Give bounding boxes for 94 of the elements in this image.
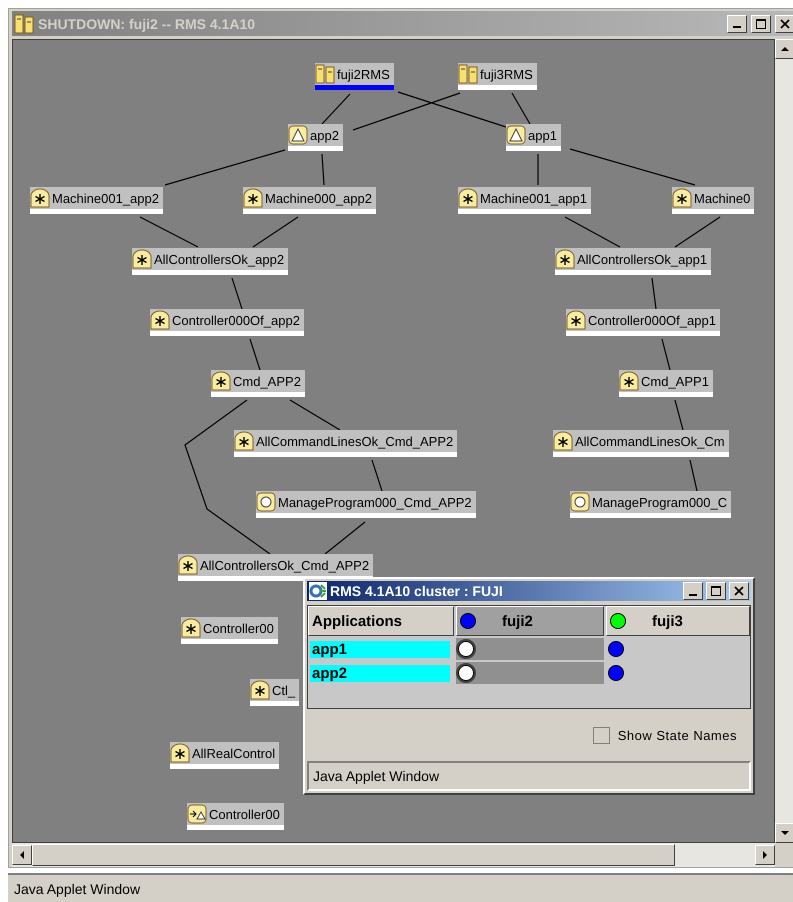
connector-line [661,338,671,370]
down-arrow-icon [781,829,789,837]
connector-line [252,216,298,248]
diagram-node[interactable]: AllCommandLinesOk_Cmd_APP2 [234,430,458,457]
asterisk-icon [211,371,231,391]
up-arrow-icon [781,45,789,53]
diagram-node[interactable]: Cmd_APP1 [619,370,713,397]
close-icon [734,586,744,596]
asterisk-icon [553,431,573,451]
asterisk-icon [132,249,152,269]
window-title: SHUTDOWN: fuji2 -- RMS 4.1A10 [38,16,256,32]
column-header[interactable]: Applications [308,606,454,636]
horizontal-scrollbar[interactable] [12,843,775,867]
asterisk-icon [672,188,692,208]
status-text: Java Applet Window [313,768,440,784]
close-button[interactable] [775,14,793,32]
diagram-node[interactable]: AllCommandLinesOk_Cm [553,430,729,457]
server-icon [14,14,34,34]
connector-line [140,216,198,248]
asterisk-icon [30,188,50,208]
vertical-scrollbar[interactable] [775,39,793,843]
asterisk-icon [243,188,263,208]
diagram-node[interactable]: AllControllersOk_app2 [132,248,288,275]
diagram-node[interactable]: Machine000_app2 [243,187,376,214]
status-text: Java Applet Window [14,880,140,896]
column-header[interactable]: fuji2 [456,606,604,636]
diagram-node[interactable]: app1 [506,124,561,151]
diagram-node[interactable]: Controller00 [181,617,278,644]
scroll-right-button[interactable] [755,845,775,865]
diagram-node[interactable]: Controller000Of_app2 [150,309,304,336]
maximize-icon [756,18,766,28]
asterisk-icon [170,743,190,763]
scroll-up-button[interactable] [775,39,793,59]
diagram-node[interactable]: ManageProgram000_C [570,491,732,518]
close-button[interactable] [729,582,749,600]
connector-line [674,400,684,430]
asterisk-icon [566,310,586,330]
connector-line [564,216,620,248]
column-header[interactable]: fuji3 [606,606,750,636]
minimize-button[interactable] [727,14,747,32]
connector-line [231,278,243,310]
connector-line [324,522,366,554]
cluster-icon [309,582,327,600]
diagram-node[interactable]: AllRealControl [170,742,280,769]
asterisk-icon [181,618,201,638]
diagram-node[interactable]: Cmd_APP2 [211,370,305,397]
right-arrow-icon [761,851,769,859]
diagram-node[interactable]: Controller000Of_app1 [566,309,720,336]
diagram-node[interactable]: AllControllersOk_Cmd_APP2 [178,554,374,581]
checkbox-label: Show State Names [618,728,737,742]
asterisk-icon [619,371,639,391]
diagram-node[interactable]: Machine0 [672,187,754,214]
diagram-node[interactable]: AllControllersOk_app1 [555,248,712,275]
asterisk-icon [150,310,170,330]
connector-line [290,399,340,431]
asterisk-icon [234,431,254,451]
connector-line [321,154,325,186]
application-name[interactable]: app1 [310,640,450,658]
scroll-thumb[interactable] [32,844,675,866]
server-icon [315,64,335,84]
connector-line [689,460,698,492]
application-name[interactable]: app2 [310,664,450,682]
maximize-icon [711,586,721,596]
asterisk-icon [458,188,478,208]
diagram-node[interactable]: Ctl_ [250,679,300,706]
connector-line [249,338,261,370]
diagram-node[interactable]: Machine001_app2 [30,187,163,214]
maximize-button[interactable] [751,14,771,32]
diagram-node[interactable]: fuji3RMS [458,63,537,90]
diagram-node[interactable]: fuji2RMS [315,63,394,90]
asterisk-icon [250,680,270,700]
asterisk-icon [178,555,198,575]
connector-line [322,94,350,124]
asterisk-icon [555,249,575,269]
minimize-icon [689,594,697,596]
diagram-node[interactable]: Controller00 [187,803,284,830]
server-icon [458,64,478,84]
window-title: RMS 4.1A10 cluster : FUJI [330,583,504,599]
connector-line [674,216,720,248]
scroll-down-button[interactable] [775,823,793,843]
close-icon [780,18,790,28]
left-arrow-icon [18,851,26,859]
connector-line [651,278,657,310]
checkbox[interactable] [592,726,610,744]
diagram-node[interactable]: app2 [288,124,343,151]
connector-line [511,92,531,124]
diagram-node[interactable]: ManageProgram000_Cmd_APP2 [256,491,476,518]
scroll-left-button[interactable] [12,845,32,865]
minimize-icon [733,26,741,28]
maximize-button[interactable] [706,582,726,600]
minimize-button[interactable] [683,582,703,600]
connector-line [537,154,539,185]
connector-line [371,460,383,492]
diagram-node[interactable]: Machine001_app1 [458,187,591,214]
